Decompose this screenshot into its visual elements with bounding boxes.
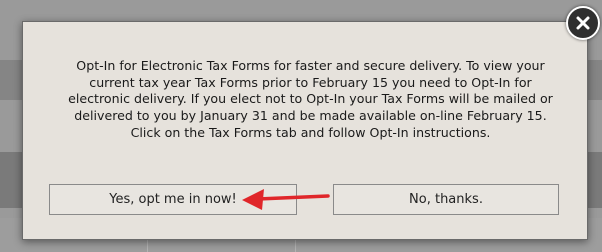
close-button[interactable]	[566, 6, 600, 40]
dialog-message: Opt-In for Electronic Tax Forms for fast…	[68, 58, 553, 140]
close-icon	[576, 16, 590, 30]
opt-in-no-button[interactable]: No, thanks.	[333, 184, 559, 215]
arrow-left-icon	[242, 189, 330, 210]
